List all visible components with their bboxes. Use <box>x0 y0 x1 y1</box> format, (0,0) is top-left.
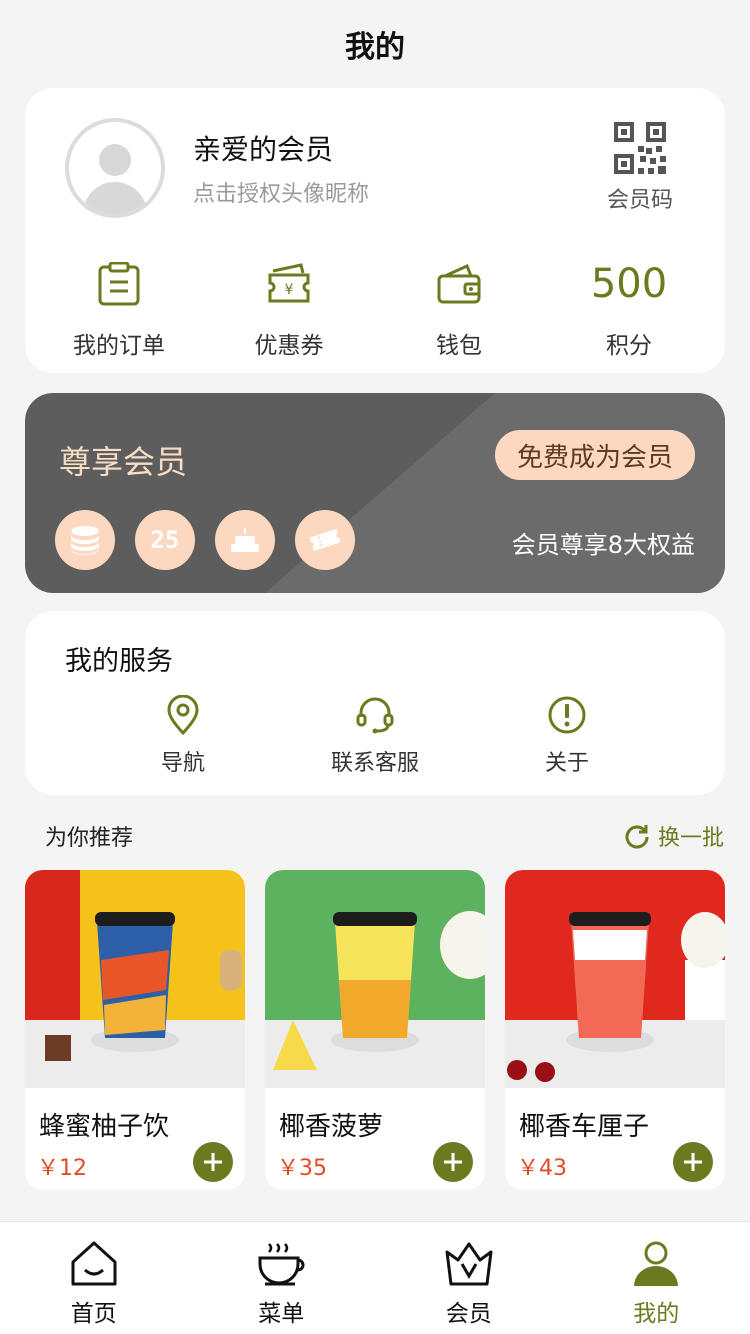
headset-icon <box>356 697 394 734</box>
top-bar: 我的 <box>0 0 750 88</box>
shortcut-label: 我的订单 <box>73 333 165 359</box>
coffee-cup-icon <box>258 1243 305 1286</box>
nickname[interactable]: 亲爱的会员 <box>193 128 333 168</box>
tab-label: 首页 <box>70 1301 117 1327</box>
product-image <box>505 870 725 1088</box>
wallet-icon <box>437 264 481 304</box>
product-name: 椰香菠萝 <box>279 1112 384 1142</box>
discount-25-icon: 25 <box>135 510 195 570</box>
service-label: 导航 <box>160 751 205 776</box>
service-about[interactable]: 关于 <box>527 695 607 777</box>
shortcut-row: 我的订单 ¥ 优惠券 钱包 500 积分 <box>25 260 725 360</box>
join-member-button[interactable]: 免费成为会员 <box>495 430 695 480</box>
product-price: ￥35 <box>277 1156 327 1181</box>
shortcut-my-orders[interactable]: 我的订单 <box>34 260 204 360</box>
tab-mine[interactable]: 我的 <box>563 1222 750 1334</box>
my-services-card: 我的服务 导航 联系客服 关于 <box>25 611 725 795</box>
member-banner-title: 尊享会员 <box>59 443 188 481</box>
recommend-title: 为你推荐 <box>45 826 134 851</box>
member-code-button[interactable]: 会员码 <box>585 122 695 214</box>
service-label: 联系客服 <box>330 751 419 776</box>
coins-icon <box>55 510 115 570</box>
ticket-icon <box>295 510 355 570</box>
nickname-hint[interactable]: 点击授权头像昵称 <box>193 176 369 208</box>
crown-icon <box>445 1242 493 1286</box>
member-perks-note: 会员尊享8大权益 <box>511 531 695 559</box>
points-value: 500 <box>590 261 668 307</box>
shortcut-label: 优惠券 <box>254 333 324 359</box>
tab-label: 菜单 <box>258 1301 305 1327</box>
product-name: 椰香车厘子 <box>519 1112 650 1142</box>
info-icon <box>548 696 586 734</box>
discount-25-text: 25 <box>150 526 180 554</box>
avatar-head-shape <box>99 144 131 176</box>
avatar[interactable] <box>65 118 165 218</box>
tab-member[interactable]: 会员 <box>375 1222 563 1334</box>
location-pin-icon <box>167 695 199 735</box>
product-name: 蜂蜜柚子饮 <box>39 1112 170 1142</box>
refresh-icon <box>625 825 649 849</box>
product-image <box>265 870 485 1088</box>
plus-icon <box>204 1153 222 1171</box>
product-card[interactable]: 椰香车厘子 ￥43 <box>505 870 725 1190</box>
home-icon <box>71 1241 117 1286</box>
product-card[interactable]: 蜂蜜柚子饮 ￥12 <box>25 870 245 1190</box>
coupon-icon: ¥ <box>268 263 310 303</box>
member-banner[interactable]: 尊享会员 免费成为会员 25 会员尊享8大权益 <box>25 393 725 593</box>
birthday-cake-icon <box>215 510 275 570</box>
shortcut-coupons[interactable]: ¥ 优惠券 <box>204 260 374 360</box>
tab-label: 我的 <box>633 1301 680 1327</box>
shortcut-wallet[interactable]: 钱包 <box>374 260 544 360</box>
clipboard-icon <box>98 262 140 306</box>
shortcut-label: 积分 <box>606 333 652 359</box>
perk-icons: 25 <box>55 510 375 570</box>
page-title: 我的 <box>345 30 405 65</box>
tab-label: 会员 <box>445 1301 492 1327</box>
user-icon <box>634 1241 679 1286</box>
tab-home[interactable]: 首页 <box>0 1222 188 1334</box>
product-card[interactable]: 椰香菠萝 ￥35 <box>265 870 485 1190</box>
product-price: ￥12 <box>37 1156 87 1181</box>
plus-icon <box>684 1153 702 1171</box>
refresh-recommend-button[interactable]: 换一批 <box>624 820 724 852</box>
add-to-cart-button[interactable] <box>193 1142 233 1182</box>
refresh-label: 换一批 <box>657 826 724 851</box>
services-title: 我的服务 <box>65 646 173 677</box>
member-code-label: 会员码 <box>606 188 673 213</box>
qr-code-icon <box>614 122 666 174</box>
service-navigation[interactable]: 导航 <box>143 695 223 777</box>
service-customer-support[interactable]: 联系客服 <box>320 695 430 777</box>
product-list: 蜂蜜柚子饮 ￥12 椰香菠萝 ￥35 椰香车厘子 ￥43 <box>25 870 725 1190</box>
product-image <box>25 870 245 1088</box>
add-to-cart-button[interactable] <box>673 1142 713 1182</box>
shortcut-label: 钱包 <box>436 333 482 359</box>
profile-card: 亲爱的会员 点击授权头像昵称 会员码 我的订单 ¥ 优惠券 钱包 500 积分 <box>25 88 725 373</box>
avatar-body-shape <box>83 182 147 214</box>
service-label: 关于 <box>544 751 589 776</box>
plus-icon <box>444 1153 462 1171</box>
tab-menu[interactable]: 菜单 <box>188 1222 376 1334</box>
shortcut-points[interactable]: 500 积分 <box>544 260 714 360</box>
bottom-tab-bar: 首页 菜单 会员 我的 <box>0 1221 750 1334</box>
svg-text:¥: ¥ <box>285 282 294 298</box>
add-to-cart-button[interactable] <box>433 1142 473 1182</box>
product-price: ￥43 <box>517 1156 567 1181</box>
